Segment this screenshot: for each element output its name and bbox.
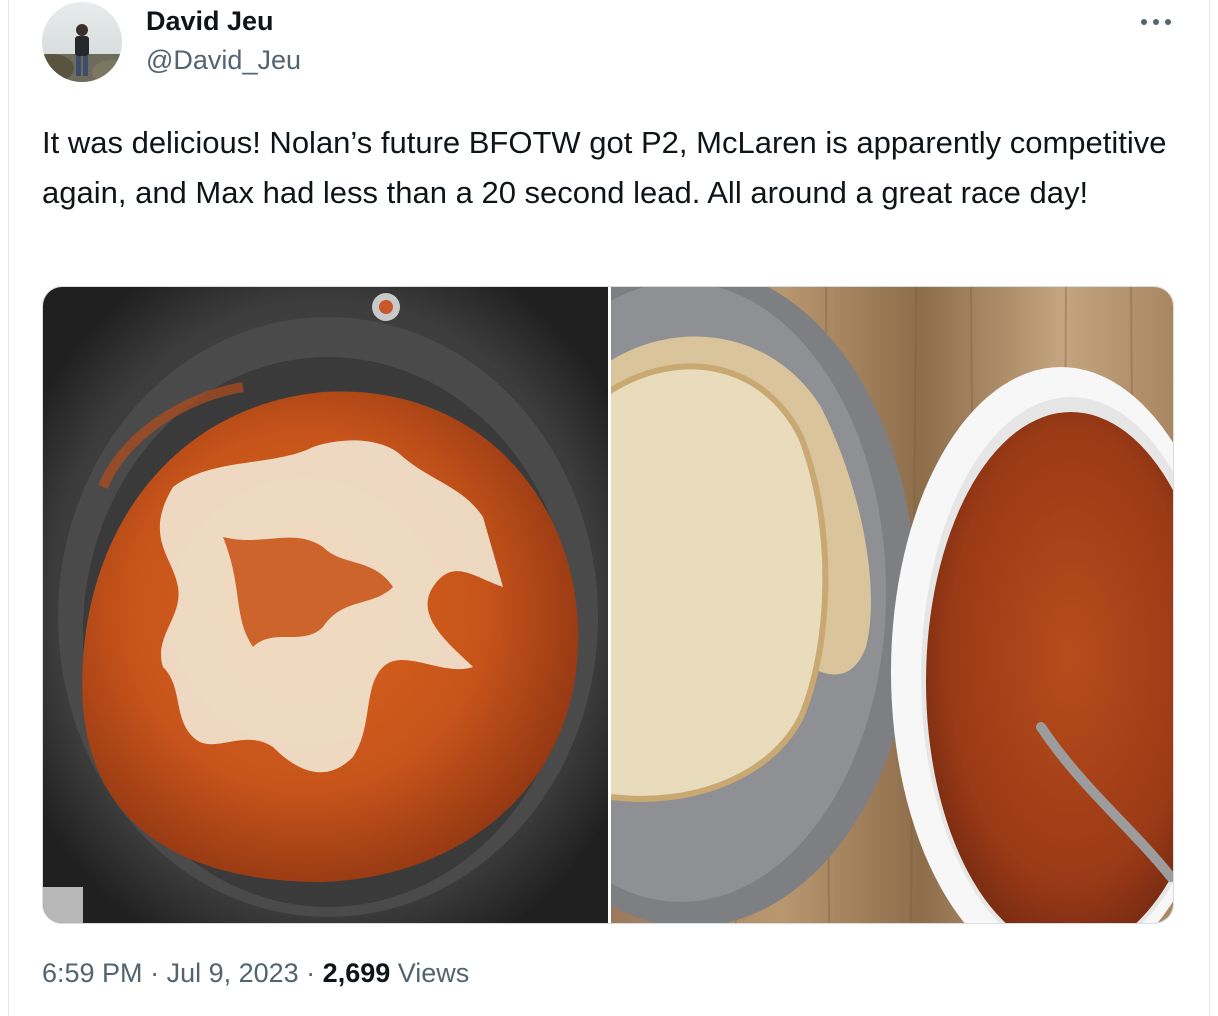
avatar-image <box>42 2 122 82</box>
meta-separator: · <box>142 958 167 988</box>
tweet-text: It was delicious! Nolan’s future BFOTW g… <box>42 125 1167 210</box>
meta-separator: · <box>298 958 323 988</box>
media-grid <box>42 286 1174 924</box>
views-count: 2,699 <box>322 958 391 988</box>
tweet-date[interactable]: Jul 9, 2023 <box>167 958 299 988</box>
more-options-icon[interactable] <box>1138 8 1174 36</box>
author-handle[interactable]: @David_Jeu <box>146 45 301 76</box>
author-name[interactable]: David Jeu <box>146 6 274 37</box>
photo-curry-pot[interactable] <box>43 287 608 923</box>
tweet-time[interactable]: 6:59 PM <box>42 958 143 988</box>
photo-naan-and-bowl[interactable] <box>611 287 1173 923</box>
avatar[interactable] <box>42 2 122 82</box>
views-label: Views <box>390 958 470 988</box>
tweet-meta: 6:59 PM · Jul 9, 2023 · 2,699 Views <box>42 958 469 989</box>
